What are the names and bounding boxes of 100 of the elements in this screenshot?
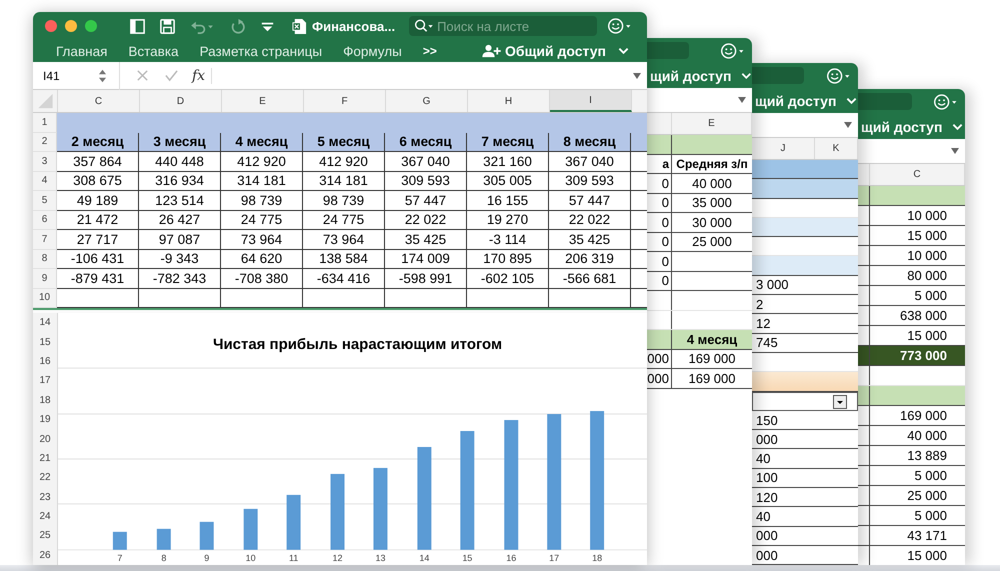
table-cell: 412 920 [303,152,385,172]
maximize-button[interactable] [85,20,97,32]
row-number[interactable]: 15 [33,332,57,352]
row-number[interactable]: 7 [33,230,57,250]
table-cell-text: 5 000 [913,508,948,523]
table-cell: 174 009 [385,250,467,269]
row-number[interactable]: 26 [33,546,57,565]
table-cell: 49 189 [57,191,139,210]
window-title: Финансова... [312,18,396,34]
table-cell-text: Средняя з/п [675,156,749,171]
minimize-button[interactable] [65,20,77,32]
table-cell-text: 745 [755,335,779,350]
share-button[interactable]: щий доступ [861,118,942,134]
table-cell: 314 181 [221,172,303,191]
search-field[interactable] [858,93,912,110]
row-number[interactable]: 25 [33,526,57,546]
row-number[interactable]: 18 [33,390,57,410]
table-cell-text: 40 [755,508,772,524]
search-field[interactable] [752,67,804,84]
more-tabs-button[interactable]: >> [422,44,437,58]
dropdown-arrow-icon[interactable] [633,72,641,78]
row-number[interactable]: 20 [33,429,57,449]
chevron-icon[interactable] [846,96,858,104]
dropdown-button[interactable] [833,394,847,409]
search-field[interactable] [647,42,689,59]
column-header[interactable]: D [140,90,222,112]
column-header[interactable]: K [815,138,858,159]
table-cell: 367 040 [385,152,467,172]
axis-label: 8 [161,552,166,563]
row-number[interactable]: 19 [33,410,57,430]
row-number[interactable]: 14 [33,313,57,332]
table-cell: 316 934 [139,172,221,191]
row-number[interactable]: 2 [33,132,57,152]
share-button[interactable]: Общий доступ [505,43,606,59]
chevron-icon[interactable] [618,47,629,55]
row-number[interactable]: 21 [33,448,57,468]
ribbon-tab[interactable]: Формулы [343,44,402,58]
column-header[interactable]: G [386,90,468,112]
table-cell-text: 25 000 [691,234,733,250]
search-field[interactable]: Поиск на листе [409,16,598,36]
row-number[interactable]: 22 [33,468,57,488]
smiley-icon[interactable] [826,66,852,84]
row-number[interactable]: 1 [33,113,57,132]
row-number[interactable]: 4 [33,172,57,191]
row-number[interactable]: 10 [33,288,57,308]
share-button[interactable]: щий доступ [755,92,836,108]
row-number[interactable]: 16 [33,352,57,372]
check-icon[interactable] [165,69,178,82]
insert-function-button[interactable]: fx [192,68,212,84]
table-cell: 98 739 [221,191,303,210]
row-number[interactable]: 8 [33,250,57,269]
column-header[interactable]: C [870,164,965,185]
table-cell-text: 169 000 [899,408,948,423]
axis-label: 13 [375,552,386,563]
row-number[interactable]: 17 [33,371,57,391]
row-number[interactable]: 3 [33,152,57,172]
column-header[interactable]: E [672,113,752,134]
table-cell: 357 864 [57,152,139,172]
table-cell [631,132,647,152]
dropdown-arrow-icon[interactable] [738,97,746,103]
table-cell-text: 638 000 [899,308,948,323]
table-cell-text: 2 [755,296,764,312]
ribbon-tab[interactable]: Главная [56,44,108,58]
search-icon [414,19,434,33]
table-cell: 8 месяц [549,132,631,152]
column-header[interactable]: E [222,90,304,112]
chart-bar [112,532,127,550]
smiley-icon[interactable] [720,42,746,60]
axis-label: 15 [462,552,472,563]
table-cell-text: 40 000 [691,176,733,191]
share-button[interactable]: щий доступ [650,68,732,84]
add-person-icon[interactable] [482,44,502,58]
table-cell-text: 100 [755,470,779,486]
chevron-icon[interactable] [741,72,752,80]
row-number[interactable]: 24 [33,506,57,526]
dropdown-arrow-icon[interactable] [844,122,852,128]
stepper-icon[interactable] [98,68,107,84]
table-cell: 412 920 [221,152,303,172]
axis-label: 18 [592,552,602,563]
smiley-icon[interactable] [933,92,959,110]
row-number[interactable]: 9 [33,269,57,288]
column-header[interactable]: C [58,90,140,112]
table-cell-text: 15 000 [906,328,948,343]
table-cell: 123 514 [139,191,221,210]
row-number[interactable]: 23 [33,488,57,507]
row-number[interactable]: 6 [33,210,57,230]
ribbon-tab[interactable]: Разметка страницы [200,44,322,58]
dropdown-arrow-icon[interactable] [951,148,959,154]
table-cell: -879 431 [57,269,139,288]
table-cell-text: 169 000 [688,351,736,366]
ribbon-tab[interactable]: Вставка [128,44,179,58]
column-header[interactable]: I [550,90,632,112]
smiley-icon[interactable] [607,17,634,35]
chevron-icon[interactable] [952,122,964,130]
save-icon[interactable] [159,18,176,34]
sidebar-icon[interactable] [129,18,146,34]
column-header[interactable]: F [304,90,386,112]
name-box[interactable]: I41 [43,68,98,82]
table-cell: 138 584 [303,250,385,269]
row-number[interactable]: 5 [33,191,57,210]
